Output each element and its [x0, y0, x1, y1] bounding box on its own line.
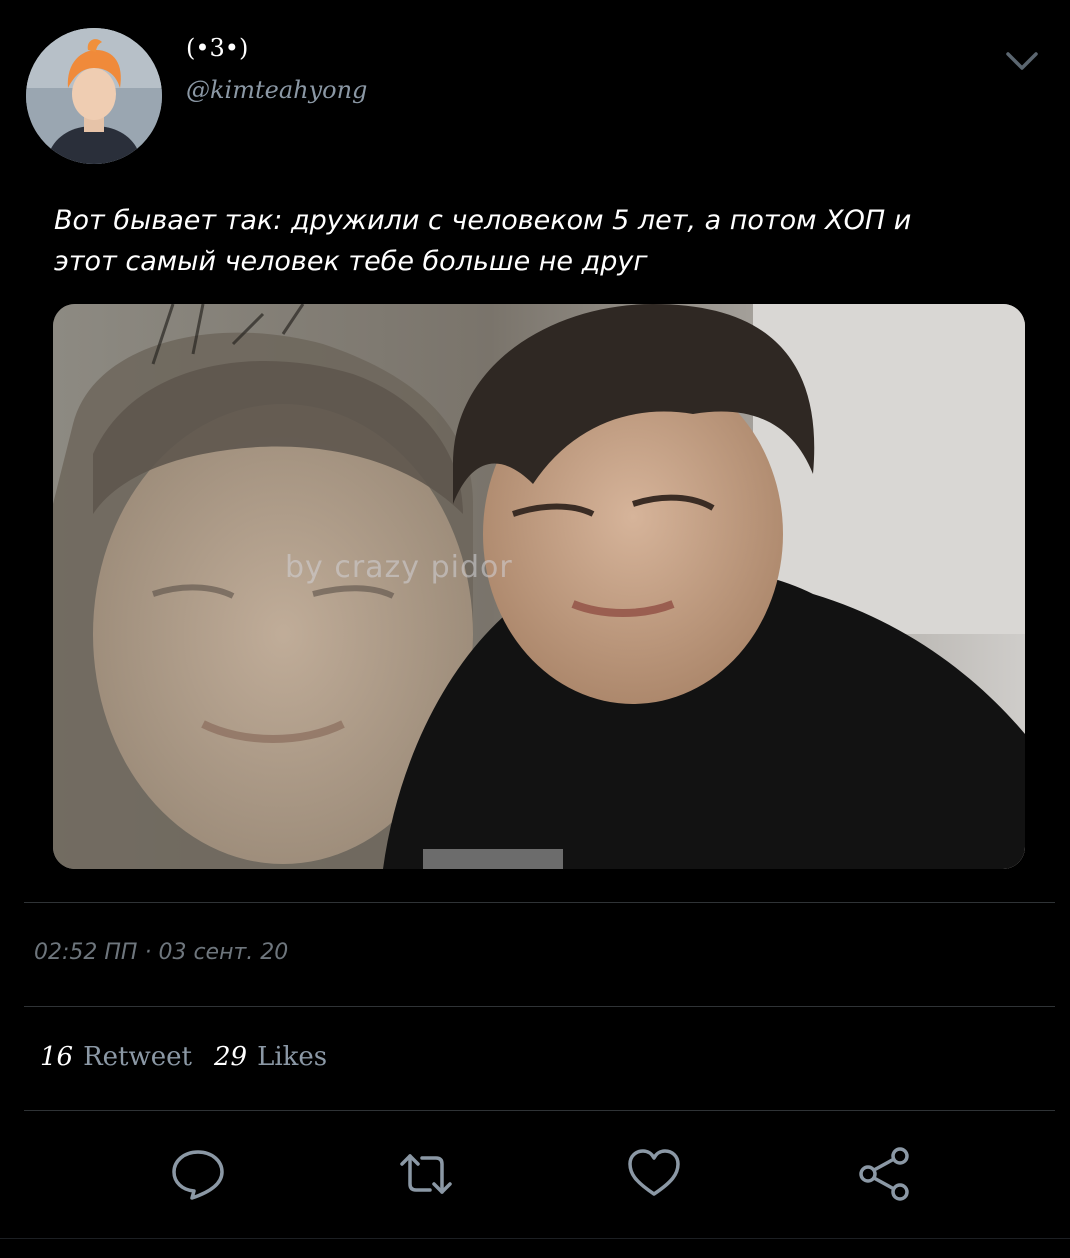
- tweet-text-line: этот самый человек тебе больше не друг: [54, 246, 648, 277]
- share-icon[interactable]: [856, 1146, 912, 1202]
- tweet-detail-page: (•3•) @kimteahyong Вот бывает так: дружи…: [0, 0, 1070, 1258]
- likes-label: Likes: [257, 1042, 328, 1072]
- tweet-text-line: Вот бывает так: дружили с человеком 5 ле…: [54, 205, 912, 236]
- avatar[interactable]: [26, 28, 162, 164]
- tweet-text: Вот бывает так: дружили с человеком 5 ле…: [54, 200, 1014, 282]
- retweet-icon[interactable]: [398, 1146, 454, 1202]
- retweets-stat[interactable]: 16 Retweet: [40, 1042, 192, 1072]
- tweet-media-image[interactable]: by crazy pidor: [53, 304, 1025, 869]
- divider: [24, 902, 1055, 903]
- tweet-stats: 16 Retweet 29 Likes: [40, 1042, 327, 1072]
- display-name[interactable]: (•3•): [186, 34, 248, 62]
- likes-count: 29: [213, 1042, 248, 1072]
- reply-icon[interactable]: [170, 1146, 226, 1202]
- likes-stat[interactable]: 29 Likes: [214, 1042, 327, 1072]
- media-photo: [53, 304, 1025, 869]
- divider: [24, 1110, 1055, 1111]
- avatar-image: [26, 28, 162, 164]
- tweet-timestamp[interactable]: 02:52 ПП · 03 сент. 20: [34, 940, 288, 965]
- user-handle[interactable]: @kimteahyong: [186, 76, 367, 104]
- retweets-count: 16: [40, 1042, 74, 1072]
- divider: [24, 1006, 1055, 1007]
- bottom-divider: [0, 1238, 1070, 1239]
- retweets-label: Retweet: [83, 1042, 192, 1072]
- watermark: by crazy pidor: [285, 550, 513, 585]
- chevron-down-icon[interactable]: [1002, 44, 1042, 76]
- heart-icon[interactable]: [626, 1146, 682, 1202]
